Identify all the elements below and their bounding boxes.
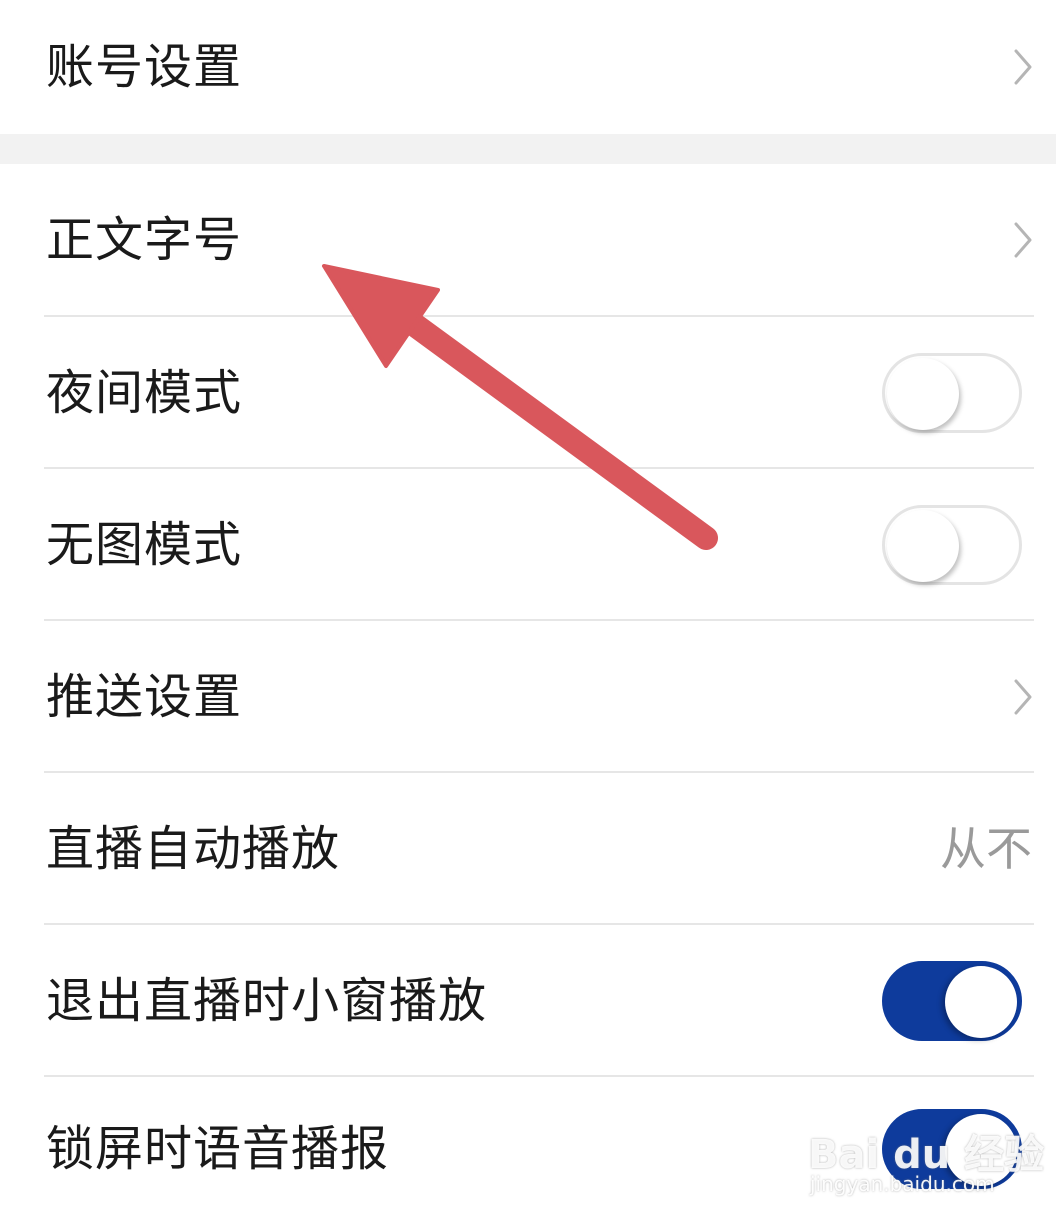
- lockscreen-voice-toggle[interactable]: [882, 1108, 1022, 1189]
- settings-row-font-size[interactable]: 正文字号: [0, 164, 1056, 316]
- settings-label: 正文字号: [46, 212, 243, 268]
- chevron-right-icon: [1014, 222, 1032, 258]
- live-exit-pip-toggle[interactable]: [882, 961, 1022, 1041]
- settings-label: 锁屏时语音播报: [46, 1120, 390, 1177]
- section-divider: [0, 134, 1056, 164]
- settings-label: 夜间模式: [46, 365, 243, 421]
- toggle-knob: [887, 510, 959, 582]
- toggle-knob: [945, 1113, 1017, 1186]
- no-image-mode-toggle[interactable]: [882, 505, 1022, 585]
- settings-row-night-mode: 夜间模式: [0, 317, 1056, 469]
- settings-label: 退出直播时小窗播放: [46, 973, 488, 1029]
- toggle-knob: [945, 966, 1017, 1038]
- settings-label: 无图模式: [46, 517, 243, 573]
- chevron-right-icon: [1014, 49, 1032, 85]
- settings-label: 推送设置: [46, 669, 243, 725]
- settings-label: 账号设置: [46, 39, 243, 95]
- settings-label: 直播自动播放: [46, 821, 341, 877]
- settings-row-no-image-mode: 无图模式: [0, 469, 1056, 621]
- settings-row-push[interactable]: 推送设置: [0, 621, 1056, 773]
- settings-row-account[interactable]: 账号设置: [0, 0, 1056, 134]
- chevron-right-icon: [1014, 679, 1032, 715]
- settings-row-lockscreen-voice: 锁屏时语音播报: [0, 1077, 1056, 1220]
- settings-row-live-autoplay[interactable]: 直播自动播放 从不: [0, 773, 1056, 925]
- settings-row-live-exit-pip: 退出直播时小窗播放: [0, 925, 1056, 1077]
- live-autoplay-value: 从不: [940, 822, 1032, 876]
- toggle-knob: [887, 358, 959, 430]
- night-mode-toggle[interactable]: [882, 353, 1022, 433]
